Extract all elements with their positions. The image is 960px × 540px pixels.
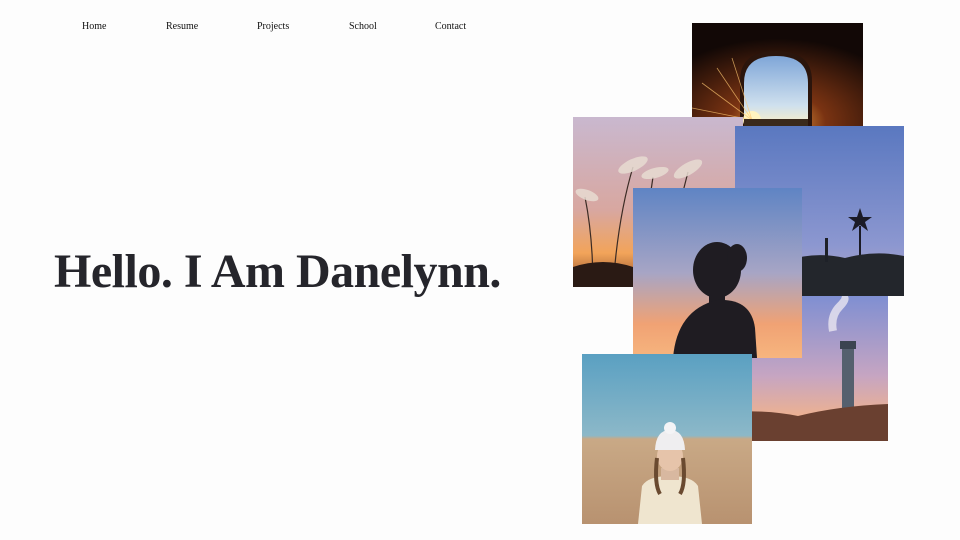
nav-school[interactable]: School [349,21,377,32]
nav-contact[interactable]: Contact [435,21,466,32]
nav-projects[interactable]: Projects [257,21,289,32]
photo-arch-window [692,23,863,127]
photo-silhouette-portrait [633,188,802,358]
hero-heading: Hello. I Am Danelynn. [54,245,501,298]
nav-resume[interactable]: Resume [166,21,198,32]
photo-winter-field [582,354,752,524]
nav-home[interactable]: Home [82,21,106,32]
